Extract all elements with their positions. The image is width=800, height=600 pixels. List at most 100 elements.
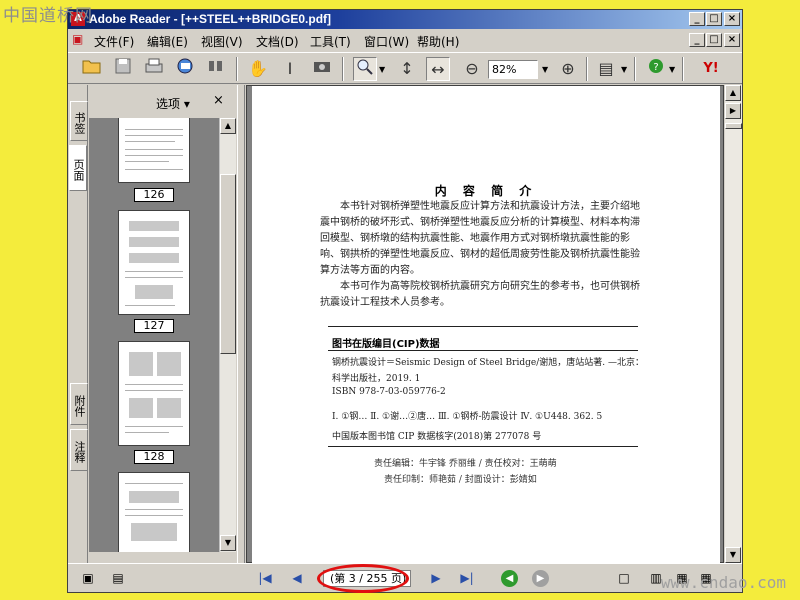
toolbar: ✋ I ▼ ↕ ↔ ⊖ 82% ▼ ⊕ ▤ ▼ ? ▼ Y!: [68, 52, 742, 84]
highlight-circle: [317, 564, 409, 593]
menu-window[interactable]: 窗口(W): [364, 33, 409, 50]
window-title: Adobe Reader - [++STEEL++BRIDGE0.pdf]: [89, 12, 332, 26]
minimize-button[interactable]: _: [689, 12, 705, 26]
pages-panel-header: 选项 ▾ ×: [89, 85, 237, 117]
maximize-button[interactable]: □: [706, 12, 722, 26]
select-text-icon[interactable]: I: [278, 57, 302, 81]
adobe-reader-window: A Adobe Reader - [++STEEL++BRIDGE0.pdf] …: [67, 9, 743, 593]
thumbnail-scrollbar[interactable]: ▲ ▼: [219, 118, 236, 552]
close-button[interactable]: ×: [724, 12, 740, 26]
doc-close-button[interactable]: ×: [724, 33, 740, 47]
credit-line: 责任编辑：牛宇锋 乔丽维 / 责任校对：王萌萌: [374, 459, 557, 469]
first-page-button[interactable]: |◀: [256, 570, 274, 587]
fit-page-icon[interactable]: ↕: [395, 57, 419, 81]
zoom-level-input[interactable]: 82%: [488, 60, 538, 79]
close-panel-button[interactable]: ×: [213, 93, 224, 108]
divider: [328, 350, 638, 351]
toolbar-separator: [682, 57, 684, 81]
save-icon[interactable]: [111, 57, 135, 81]
toolbar-separator: [236, 57, 238, 81]
options-menu-button[interactable]: 选项 ▾: [156, 95, 190, 112]
scroll-up-button[interactable]: ▲: [725, 85, 741, 101]
toolbar-separator: [342, 57, 344, 81]
open-icon[interactable]: [80, 57, 104, 81]
document-options-icon[interactable]: ▤: [594, 57, 618, 81]
search-icon[interactable]: [204, 57, 228, 81]
menu-edit[interactable]: 编辑(E): [147, 33, 188, 50]
scroll-up-button[interactable]: ▲: [220, 118, 236, 134]
page-thumbnail[interactable]: [118, 210, 190, 315]
credit-line: 责任印制：师艳茹 / 封面设计：彭婧如: [384, 475, 537, 485]
page-thumbnails: 126 127 128: [89, 118, 219, 552]
single-page-icon[interactable]: □: [616, 571, 632, 586]
watermark-bottom-right: www.cndao.com: [660, 573, 786, 592]
snapshot-icon[interactable]: [310, 57, 334, 81]
menu-help[interactable]: 帮助(H): [417, 33, 459, 50]
divider: [328, 326, 638, 327]
doc-minimize-button[interactable]: _: [689, 33, 705, 47]
zoom-in-tool-icon[interactable]: [353, 57, 377, 81]
menu-document[interactable]: 文档(D): [256, 33, 299, 50]
tab-pages[interactable]: 页面: [69, 145, 87, 191]
page-thumbnail[interactable]: [118, 341, 190, 446]
hand-icon[interactable]: ✋: [246, 57, 270, 81]
summary-paragraph: 本书针对钢桥弹塑性地震反应计算方法和抗震设计方法，主要介绍地震中钢桥的破坏形式、…: [320, 201, 640, 276]
page-number-label: 126: [134, 188, 174, 202]
last-page-button[interactable]: ▶|: [458, 570, 476, 587]
svg-text:?: ?: [653, 62, 658, 73]
page-number-label: 127: [134, 319, 174, 333]
cip-classification: Ⅰ. ①钢… Ⅱ. ①谢…②唐… Ⅲ. ①钢桥-防震设计 Ⅳ. ①U448. 3…: [332, 412, 603, 422]
menu-file[interactable]: 文件(F): [94, 33, 134, 50]
scroll-down-button[interactable]: ▼: [725, 547, 741, 563]
yahoo-icon[interactable]: Y!: [694, 57, 728, 81]
chevron-down-icon[interactable]: ▼: [542, 65, 548, 74]
status-bar: ▣ ▤ |◀ ◀ (第 3 / 255 页) ▶ ▶| ◀ ▶ □ ▥ ▦ ▦: [68, 563, 742, 593]
doc-restore-button[interactable]: □: [706, 33, 722, 47]
zoom-out-icon[interactable]: ⊖: [460, 57, 484, 81]
tab-comments[interactable]: 注释: [70, 429, 88, 471]
pdf-document-icon[interactable]: ▣: [72, 32, 86, 47]
pages-panel-toggle-icon[interactable]: ▣: [80, 571, 96, 586]
print-icon[interactable]: [142, 57, 166, 81]
chevron-down-icon[interactable]: ▼: [621, 65, 627, 74]
watermark-top-left: 中国道桥网: [3, 6, 93, 26]
menu-bar: ▣ 文件(F) 编辑(E) 视图(V) 文档(D) 工具(T) 窗口(W) 帮助…: [68, 30, 742, 50]
toolbar-separator: [586, 57, 588, 81]
previous-page-button[interactable]: ◀: [288, 570, 306, 587]
menu-tools[interactable]: 工具(T): [310, 33, 351, 50]
pdf-page: 内 容 简 介 本书针对钢桥弹塑性地震反应计算方法和抗震设计方法，主要介绍地震中…: [252, 86, 720, 564]
email-icon[interactable]: [173, 57, 197, 81]
fit-width-icon[interactable]: ↔: [426, 57, 450, 81]
section-heading: 内 容 简 介: [434, 184, 538, 198]
scroll-thumb[interactable]: [725, 123, 742, 129]
go-back-button[interactable]: ◀: [501, 570, 518, 587]
zoom-in-icon[interactable]: ⊕: [556, 57, 580, 81]
go-forward-button[interactable]: ▶: [532, 570, 549, 587]
help-icon[interactable]: ?: [644, 57, 668, 81]
chevron-down-icon[interactable]: ▼: [669, 65, 675, 74]
page-size-icon[interactable]: ▤: [110, 571, 126, 586]
document-view[interactable]: 内 容 简 介 本书针对钢桥弹塑性地震反应计算方法和抗震设计方法，主要介绍地震中…: [246, 85, 724, 564]
document-scrollbar[interactable]: ▲ ▶ ▼: [725, 85, 742, 563]
scroll-right-button[interactable]: ▶: [725, 103, 741, 119]
tab-bookmarks[interactable]: 书签: [70, 101, 88, 141]
navigation-tabs: 书签 页面 附件 注释: [68, 85, 88, 563]
page-thumbnail[interactable]: [118, 118, 190, 183]
cip-heading: 图书在版编目(CIP)数据: [332, 339, 440, 350]
next-page-button[interactable]: ▶: [427, 570, 445, 587]
cip-number: 中国版本图书馆 CIP 数据核字(2018)第 277078 号: [332, 432, 542, 442]
page-thumbnail[interactable]: [118, 472, 190, 552]
cip-isbn: ISBN 978-7-03-059776-2: [332, 387, 446, 397]
tab-attachments[interactable]: 附件: [70, 383, 88, 425]
divider: [328, 446, 638, 447]
menu-view[interactable]: 视图(V): [201, 33, 243, 50]
title-bar[interactable]: A Adobe Reader - [++STEEL++BRIDGE0.pdf] …: [68, 10, 742, 29]
scroll-down-button[interactable]: ▼: [220, 535, 236, 551]
scroll-thumb[interactable]: [220, 174, 236, 354]
panel-splitter[interactable]: [237, 85, 245, 563]
page-number-label: 128: [134, 450, 174, 464]
cip-line: 科学出版社，2019. 1: [332, 374, 421, 384]
chevron-down-icon[interactable]: ▼: [379, 65, 385, 74]
audience-paragraph: 本书可作为高等院校钢桥抗震研究方向研究生的参考书，也可供钢桥抗震设计工程技术人员…: [320, 281, 640, 308]
pages-panel: 选项 ▾ × 126 127 128 ▲ ▼: [89, 85, 237, 563]
